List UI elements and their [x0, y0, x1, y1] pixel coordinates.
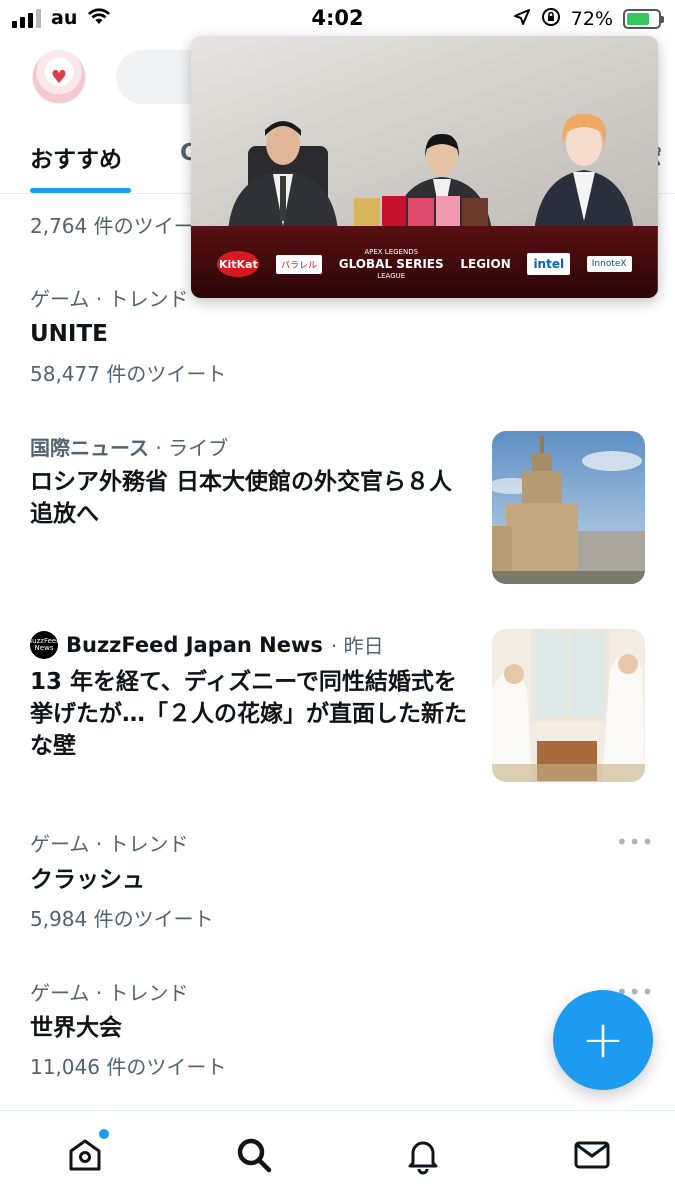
- sponsor-logo: LEGION: [460, 257, 511, 271]
- news-source: BuzzFeed News BuzzFeed Japan News · 昨日: [27, 630, 384, 659]
- trend-category: ゲーム · トレンド: [30, 832, 189, 856]
- trend-title: UNITE: [30, 321, 108, 347]
- news-category: 国際ニュース · ライブ: [30, 436, 229, 460]
- sponsor-logos: KitKat パラレル APEX LEGENDS GLOBAL SERIES L…: [191, 246, 658, 282]
- home-icon[interactable]: [63, 1129, 109, 1177]
- trend-category: ゲーム · トレンド: [30, 287, 189, 311]
- trend-count: 58,477 件のツイート: [30, 362, 227, 386]
- trend-category: ゲーム · トレンド: [30, 981, 189, 1005]
- trend-title: クラッシュ: [30, 867, 145, 893]
- sponsor-logo: intel: [527, 253, 571, 275]
- battery-percent: 72%: [570, 8, 613, 30]
- more-options-icon[interactable]: •••: [616, 830, 654, 854]
- sponsor-logo: パラレル: [276, 254, 323, 274]
- tab-recommended[interactable]: おすすめ: [30, 140, 122, 174]
- apex-global-series-logo: APEX LEGENDS GLOBAL SERIES LEAGUE: [338, 248, 444, 280]
- trend-count: 11,046 件のツイート: [30, 1055, 227, 1079]
- sponsor-logo: KitKat: [217, 251, 260, 277]
- compose-tweet-button[interactable]: +: [553, 990, 653, 1090]
- search-icon[interactable]: [232, 1133, 276, 1177]
- source-time: · 昨日: [330, 634, 384, 658]
- trend-count: 5,984 件のツイート: [30, 907, 214, 931]
- sponsor-logo: InnoteX: [586, 256, 632, 272]
- building-photo[interactable]: [492, 431, 645, 584]
- notification-dot: [99, 1129, 109, 1139]
- news-headline: ロシア外務省 日本大使館の外交官ら８人追放へ: [30, 469, 453, 527]
- battery-icon: [623, 9, 664, 29]
- trend-count: 2,764 件のツイー: [30, 214, 194, 238]
- trend-title: 世界大会: [30, 1015, 122, 1041]
- video-avatar-right: [529, 106, 639, 235]
- bell-icon[interactable]: [401, 1133, 445, 1177]
- status-bar: au 4:02 72%: [0, 0, 675, 38]
- video-products: [354, 194, 502, 230]
- buzzfeed-logo: BuzzFeed News: [27, 630, 61, 659]
- location-icon: [513, 8, 531, 30]
- video-person-left: [223, 116, 343, 235]
- bottom-nav: [0, 1110, 675, 1200]
- rotation-lock-icon: [541, 7, 561, 31]
- wedding-photo[interactable]: [492, 629, 645, 782]
- pip-video-player[interactable]: KitKat パラレル APEX LEGENDS GLOBAL SERIES L…: [191, 36, 658, 298]
- news-headline: 13 年を経て、ディズニーで同性結婚式を挙げたが…「２人の花嫁」が直面した新たな…: [30, 669, 467, 759]
- mail-icon[interactable]: [570, 1133, 614, 1177]
- tab-indicator: [30, 188, 131, 193]
- source-name: BuzzFeed Japan News: [66, 632, 323, 657]
- pip-handle[interactable]: [657, 226, 658, 296]
- profile-avatar[interactable]: ♥: [32, 50, 86, 104]
